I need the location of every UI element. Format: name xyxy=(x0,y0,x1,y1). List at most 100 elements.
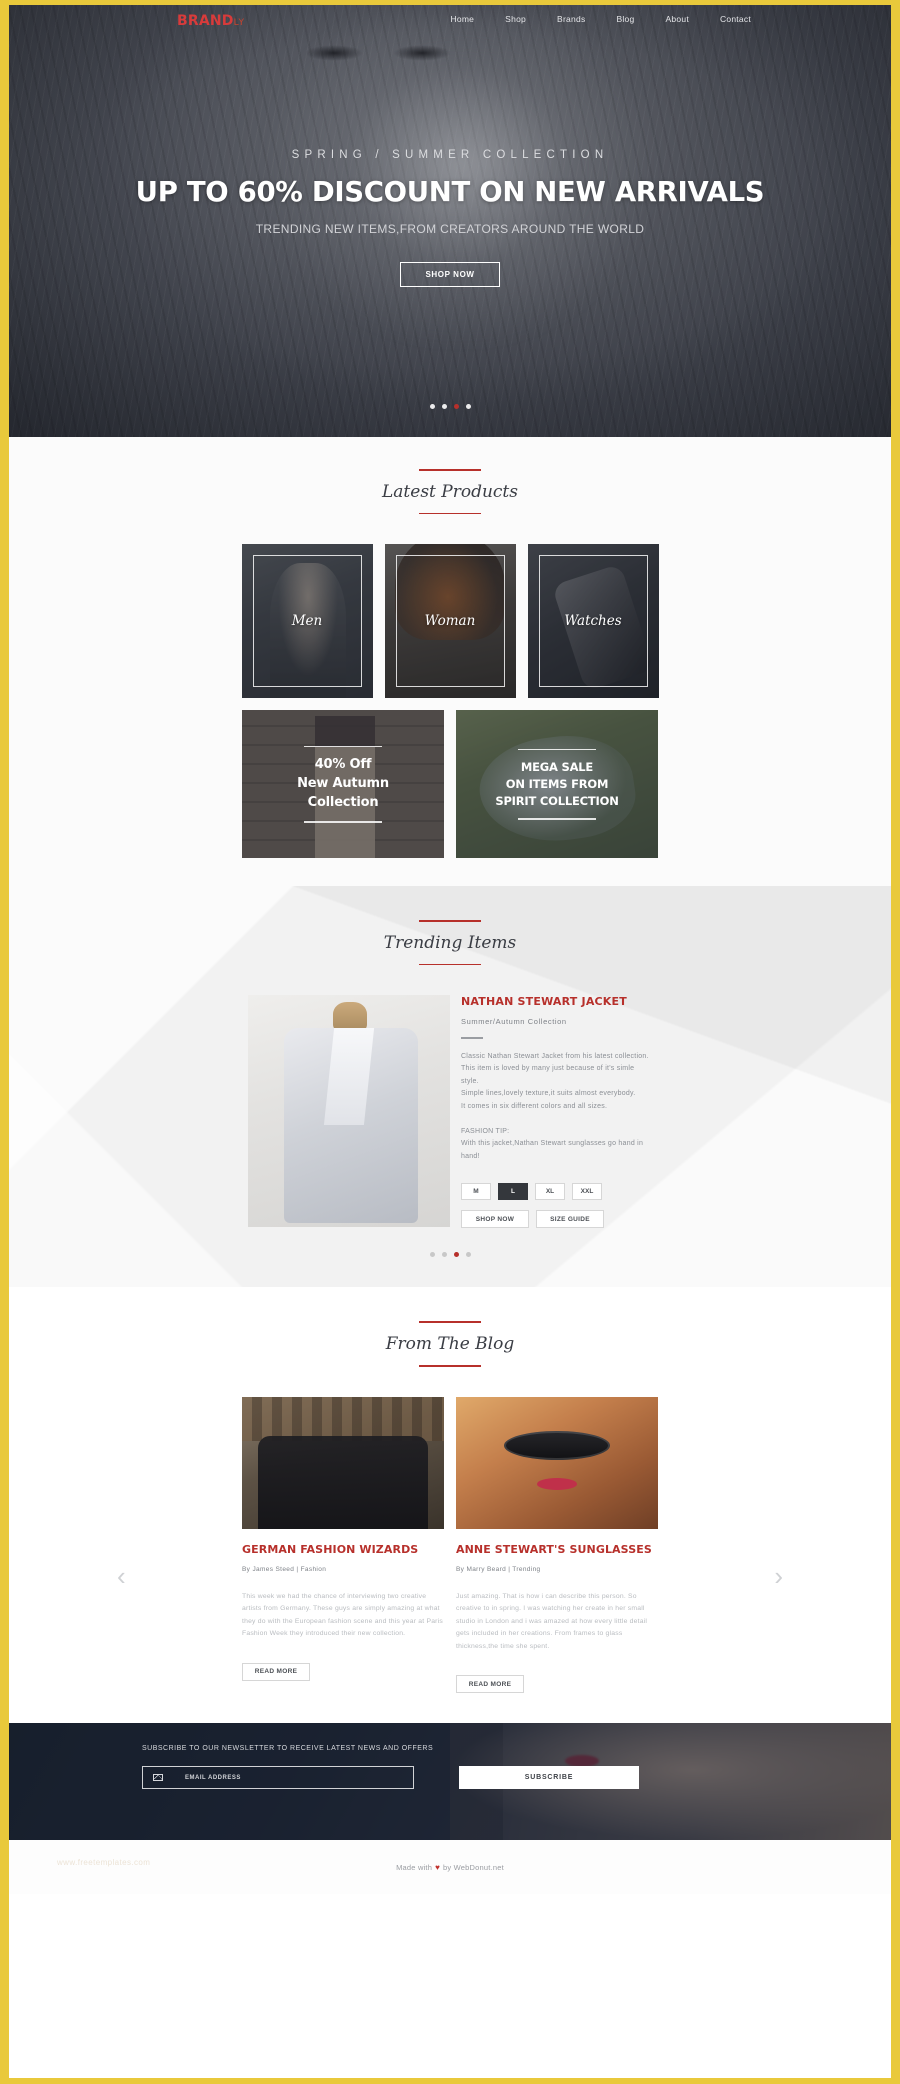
blog-post-title: GERMAN FASHION WIZARDS xyxy=(242,1542,419,1556)
brand-logo-main: BRAND xyxy=(177,13,234,29)
hero-carousel-dots xyxy=(9,404,891,409)
size-option-xl[interactable]: XL xyxy=(535,1183,565,1201)
footer-credit-suffix: by WebDonut.net xyxy=(443,1862,504,1872)
main-navigation: BRANDLY Home Shop Brands Blog About Cont… xyxy=(9,5,891,43)
hero-content: SPRING / SUMMER COLLECTION UP TO 60% DIS… xyxy=(9,43,891,287)
product-rule xyxy=(461,1037,483,1039)
size-option-xxl[interactable]: XXL xyxy=(572,1183,602,1201)
trending-heading: Trending Items xyxy=(9,920,891,966)
blog-post-card[interactable]: GERMAN FASHION WIZARDS By James Steed | … xyxy=(242,1396,444,1694)
hero-section: BRANDLY Home Shop Brands Blog About Cont… xyxy=(9,5,891,437)
trending-items-section: Trending Items NATHAN STEWART JACKET Sum… xyxy=(9,886,891,1288)
brand-logo-suffix: LY xyxy=(233,18,245,28)
promo-line-3: Collection xyxy=(307,794,379,810)
nav-links: Home Shop Brands Blog About Contact xyxy=(450,14,751,24)
trending-dot-3[interactable] xyxy=(453,1252,459,1258)
blog-post-meta: By Marry Beard | Trending xyxy=(456,1565,541,1573)
nav-item-brands[interactable]: Brands xyxy=(557,14,585,24)
blog-post-excerpt: This week we had the chance of interview… xyxy=(242,1592,443,1638)
category-tile-watches[interactable]: Watches xyxy=(527,544,659,699)
heading-rule-bottom xyxy=(419,512,481,515)
blog-post-image xyxy=(456,1396,658,1529)
product-description: Classic Nathan Stewart Jacket from his l… xyxy=(461,1052,649,1110)
promo-banners: 40% Off New Autumn Collection MEGA SALE … xyxy=(9,710,891,859)
product-tip-heading: FASHION TIP: xyxy=(461,1128,510,1136)
hero-shop-now-button[interactable]: SHOP NOW xyxy=(400,262,500,287)
category-label-watches: Watches xyxy=(564,613,622,630)
nav-item-blog[interactable]: Blog xyxy=(616,14,634,24)
trending-dot-2[interactable] xyxy=(441,1252,447,1258)
product-tip-body: With this jacket,Nathan Stewart sunglass… xyxy=(461,1140,644,1160)
newsletter-subscribe-button[interactable]: SUBSCRIBE xyxy=(459,1766,639,1790)
size-option-m[interactable]: M xyxy=(461,1183,491,1201)
hero-dot-1[interactable] xyxy=(429,404,435,409)
category-tile-men[interactable]: Men xyxy=(241,544,373,699)
product-info: NATHAN STEWART JACKET Summer/Autumn Coll… xyxy=(450,995,652,1229)
nav-item-contact[interactable]: Contact xyxy=(720,14,751,24)
hero-dot-4[interactable] xyxy=(465,404,471,409)
latest-products-heading: Latest Products xyxy=(9,469,891,515)
hero-dot-2[interactable] xyxy=(441,404,447,409)
nav-item-about[interactable]: About xyxy=(665,14,688,24)
promo-line-1: MEGA SALE xyxy=(520,760,594,775)
promo-content: MEGA SALE ON ITEMS FROM SPIRIT COLLECTIO… xyxy=(456,710,658,858)
heart-icon: ♥ xyxy=(435,1862,441,1872)
nav-item-home[interactable]: Home xyxy=(450,14,474,24)
trending-dot-1[interactable] xyxy=(429,1252,435,1258)
nav-item-shop[interactable]: Shop xyxy=(505,14,526,24)
category-label-woman: Woman xyxy=(424,613,476,630)
blog-prev-arrow-icon[interactable]: ‹ xyxy=(117,1561,126,1592)
promo-line-2: New Autumn xyxy=(297,775,389,791)
hero-dot-3[interactable] xyxy=(453,404,459,409)
promo-line-1: 40% Off xyxy=(314,756,372,772)
footer-credit-prefix: Made with xyxy=(396,1862,433,1872)
blog-heading: From The Blog xyxy=(9,1321,891,1367)
trending-title: Trending Items xyxy=(383,932,517,953)
footer-watermark: www.freetemplates.com xyxy=(57,1858,151,1868)
blog-read-more-button[interactable]: READ MORE xyxy=(242,1662,310,1681)
heading-rule-top xyxy=(419,920,481,922)
blog-post-excerpt: Just amazing. That is how i can describe… xyxy=(456,1592,648,1650)
trending-dot-4[interactable] xyxy=(465,1252,471,1258)
product-fashion-tip: FASHION TIP: With this jacket,Nathan Ste… xyxy=(461,1126,652,1163)
blog-post-title: ANNE STEWART'S SUNGLASSES xyxy=(456,1542,652,1556)
blog-post-image xyxy=(242,1396,444,1529)
promo-line-2: ON ITEMS FROM xyxy=(505,776,609,791)
hero-subtitle: TRENDING NEW ITEMS,FROM CREATORS AROUND … xyxy=(255,222,645,236)
blog-title: From The Blog xyxy=(385,1333,515,1354)
product-photo xyxy=(248,995,450,1228)
product-name: NATHAN STEWART JACKET xyxy=(461,995,627,1009)
blog-posts: GERMAN FASHION WIZARDS By James Steed | … xyxy=(9,1396,891,1694)
page-root: BRANDLY Home Shop Brands Blog About Cont… xyxy=(0,0,900,2084)
category-label-men: Men xyxy=(291,613,323,630)
newsletter-label: SUBSCRIBE TO OUR NEWSLETTER TO RECEIVE L… xyxy=(142,1745,434,1753)
category-tiles: Men Woman Watches xyxy=(9,544,891,699)
footer-credit: Made with ♥ by WebDonut.net xyxy=(396,1863,504,1872)
product-size-selector: M L XL XXL xyxy=(461,1183,652,1201)
size-option-l[interactable]: L xyxy=(498,1183,528,1201)
hero-title: UP TO 60% DISCOUNT ON NEW ARRIVALS xyxy=(135,176,765,208)
latest-products-section: Latest Products Men Woman Watches 40% Of… xyxy=(9,437,891,887)
trending-product: NATHAN STEWART JACKET Summer/Autumn Coll… xyxy=(9,995,891,1229)
promo-text-autumn: 40% Off New Autumn Collection xyxy=(297,747,389,822)
promo-banner-autumn[interactable]: 40% Off New Autumn Collection xyxy=(242,710,444,859)
newsletter-content: SUBSCRIBE TO OUR NEWSLETTER TO RECEIVE L… xyxy=(9,1723,891,1790)
hero-kicker: SPRING / SUMMER COLLECTION xyxy=(291,149,609,161)
category-tile-woman[interactable]: Woman xyxy=(384,544,516,699)
product-actions: SHOP NOW SIZE GUIDE xyxy=(461,1210,652,1229)
product-size-guide-button[interactable]: SIZE GUIDE xyxy=(536,1210,604,1229)
blog-read-more-button[interactable]: READ MORE xyxy=(456,1675,524,1694)
promo-rule-bottom xyxy=(304,821,382,823)
promo-content: 40% Off New Autumn Collection xyxy=(242,710,444,858)
promo-banner-megasale[interactable]: MEGA SALE ON ITEMS FROM SPIRIT COLLECTIO… xyxy=(456,710,658,859)
blog-post-meta: By James Steed | Fashion xyxy=(242,1565,327,1573)
footer: www.freetemplates.com Made with ♥ by Web… xyxy=(9,1840,891,1895)
blog-next-arrow-icon[interactable]: › xyxy=(774,1561,783,1592)
newsletter-email-input[interactable]: EMAIL ADDRESS xyxy=(142,1766,414,1790)
newsletter-form: EMAIL ADDRESS SUBSCRIBE xyxy=(142,1766,891,1790)
promo-line-3: SPIRIT COLLECTION xyxy=(495,793,619,808)
brand-logo[interactable]: BRANDLY xyxy=(177,13,245,29)
product-collection: Summer/Autumn Collection xyxy=(461,1017,567,1027)
product-shop-now-button[interactable]: SHOP NOW xyxy=(461,1210,529,1229)
blog-post-card[interactable]: ANNE STEWART'S SUNGLASSES By Marry Beard… xyxy=(456,1396,658,1694)
